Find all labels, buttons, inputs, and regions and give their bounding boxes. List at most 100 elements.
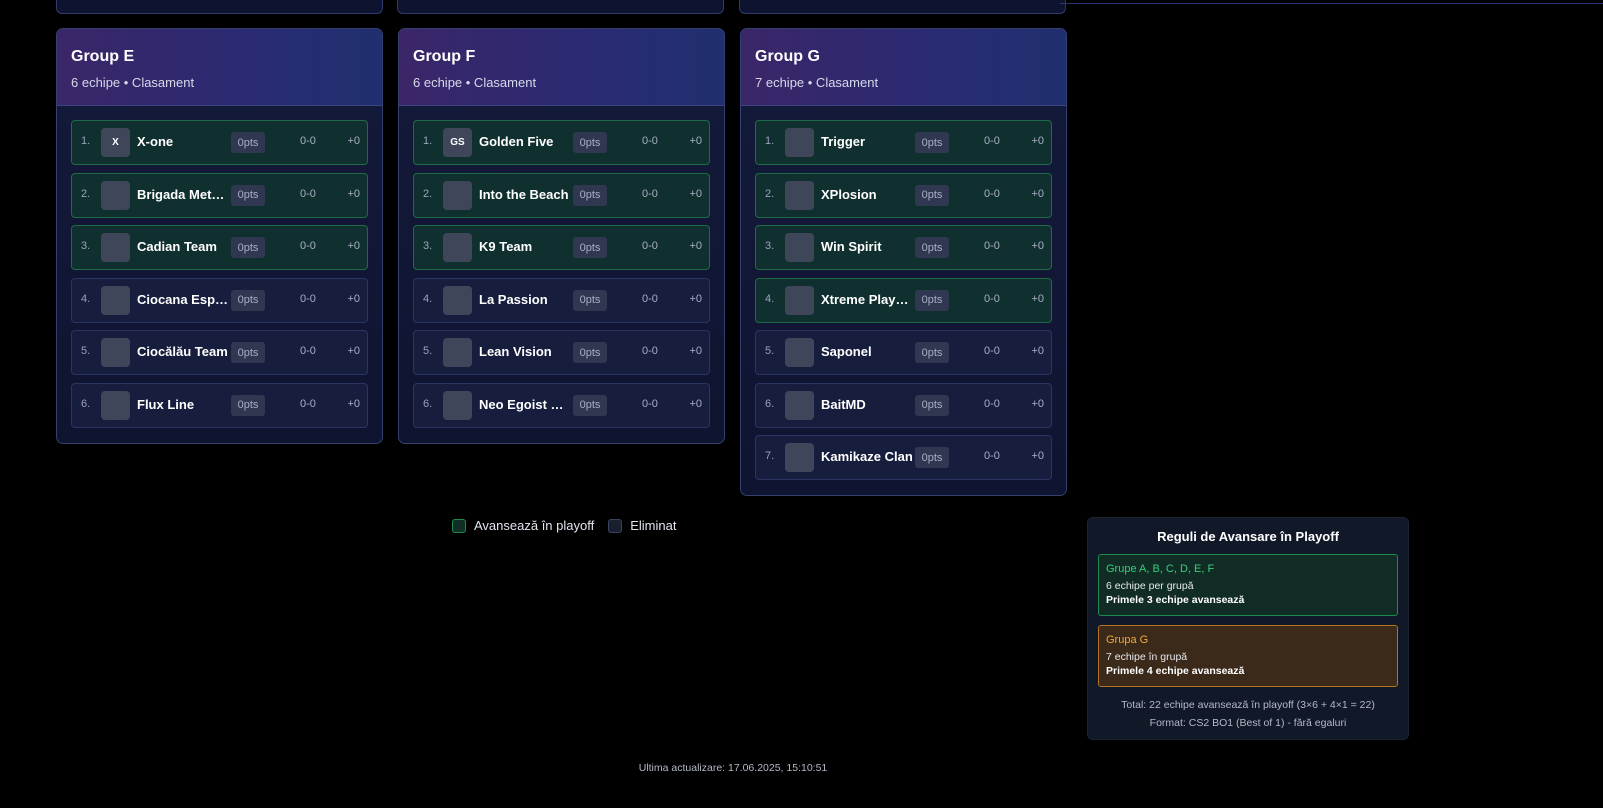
team-name[interactable]: Trigger <box>821 134 913 149</box>
team-row[interactable]: 7. Kamikaze Clan 0pts 0-0 +0 <box>755 435 1052 480</box>
points-badge: 0pts <box>573 132 607 153</box>
team-rank: 4. <box>423 292 433 305</box>
team-row[interactable]: 3. K9 Team 0pts 0-0 +0 <box>413 225 710 270</box>
team-name[interactable]: Ciocălău Team <box>137 344 229 359</box>
team-record: 0-0 <box>984 397 1000 410</box>
group-title: Group E <box>71 48 135 65</box>
team-rank: 4. <box>765 292 775 305</box>
group-header: Group G 7 echipe • Clasament <box>741 29 1066 106</box>
team-row[interactable]: 1. GS Golden Five 0pts 0-0 +0 <box>413 120 710 165</box>
team-name[interactable]: Golden Five <box>479 134 571 149</box>
team-name[interactable]: XPlosion <box>821 187 913 202</box>
group-header: Group E 6 echipe • Clasament <box>57 29 382 106</box>
rule-line: 6 echipe per grupă <box>1106 580 1194 592</box>
team-row[interactable]: 6. BaitMD 0pts 0-0 +0 <box>755 382 1052 428</box>
divider <box>1060 3 1603 4</box>
round-diff: +0 <box>689 397 702 410</box>
team-name[interactable]: X-one <box>137 134 229 149</box>
group-card-above-1 <box>56 0 383 14</box>
team-row[interactable]: 1. Trigger 0pts 0-0 +0 <box>755 120 1052 165</box>
round-diff: +0 <box>347 240 360 252</box>
last-updated: Ultima actualizare: 17.06.2025, 15:10:51 <box>638 762 828 774</box>
team-logo <box>443 390 472 420</box>
team-name[interactable]: BaitMD <box>821 397 913 412</box>
team-rank: 5. <box>81 345 91 357</box>
points-badge: 0pts <box>231 289 265 311</box>
team-row[interactable]: 4. Xtreme Players 0pts 0-0 +0 <box>755 277 1052 323</box>
team-name[interactable]: Lean Vision <box>479 344 571 359</box>
team-logo <box>785 233 814 262</box>
team-row[interactable]: 2. XPlosion 0pts 0-0 +0 <box>755 172 1052 218</box>
team-record: 0-0 <box>984 450 1000 462</box>
points-badge: 0pts <box>573 184 607 206</box>
team-row[interactable]: 4. La Passion 0pts 0-0 +0 <box>413 277 710 323</box>
points-badge: 0pts <box>573 342 607 363</box>
team-row[interactable]: 5. Saponel 0pts 0-0 +0 <box>755 330 1052 375</box>
team-rank: 3. <box>81 240 91 252</box>
team-row[interactable]: 5. Ciocălău Team 0pts 0-0 +0 <box>71 330 368 375</box>
team-rank: 3. <box>765 240 775 252</box>
team-name[interactable]: K9 Team <box>479 239 571 254</box>
team-name[interactable]: Saponel <box>821 344 913 359</box>
team-rank: 5. <box>423 345 433 357</box>
team-row[interactable]: 4. Ciocana Esports0pts 0-0 +0 <box>71 277 368 323</box>
team-row[interactable]: 3. Win Spirit 0pts 0-0 +0 <box>755 225 1052 270</box>
team-row[interactable]: 1. X X-one 0pts 0-0 +0 <box>71 120 368 165</box>
points-badge: 0pts <box>915 342 949 363</box>
team-row[interactable]: 2. Into the Beach 0pts 0-0 +0 <box>413 172 710 218</box>
team-name[interactable]: Kamikaze Clan <box>821 449 913 464</box>
team-logo <box>443 338 472 367</box>
team-row[interactable]: 5. Lean Vision 0pts 0-0 +0 <box>413 330 710 375</box>
points-badge: 0pts <box>231 394 265 416</box>
team-name[interactable]: La Passion <box>479 292 571 307</box>
group-header: Group F 6 echipe • Clasament <box>399 29 724 106</box>
round-diff: +0 <box>347 397 360 410</box>
team-record: 0-0 <box>300 397 316 410</box>
rule-box-group-g: Grupa G 7 echipe în grupă Primele 4 echi… <box>1098 625 1398 687</box>
round-diff: +0 <box>347 187 360 200</box>
rule-advance: Primele 4 echipe avansează <box>1106 665 1245 677</box>
team-record: 0-0 <box>300 345 316 357</box>
team-logo: GS <box>443 128 472 157</box>
team-rank: 6. <box>423 397 433 410</box>
team-logo <box>785 285 814 315</box>
team-name[interactable]: Xtreme Players <box>821 292 913 307</box>
round-diff: +0 <box>1031 240 1044 252</box>
team-row[interactable]: 6. Neo Egoist Le... 0pts 0-0 +0 <box>413 382 710 428</box>
group-title: Group F <box>413 48 476 65</box>
rule-box-groups-a-f: Grupe A, B, C, D, E, F 6 echipe per grup… <box>1098 554 1398 616</box>
team-row[interactable]: 3. Cadian Team 0pts 0-0 +0 <box>71 225 368 270</box>
team-name[interactable]: Brigada Meteor <box>137 187 229 202</box>
points-badge: 0pts <box>573 289 607 311</box>
round-diff: +0 <box>1031 135 1044 147</box>
rule-heading: Grupa G <box>1106 634 1149 646</box>
rules-total: Total: 22 echipe avansează în playoff (3… <box>1121 699 1375 711</box>
team-logo <box>101 285 130 315</box>
team-name[interactable]: Win Spirit <box>821 239 913 254</box>
round-diff: +0 <box>689 187 702 200</box>
points-badge: 0pts <box>915 394 949 416</box>
round-diff: +0 <box>689 292 702 305</box>
team-name[interactable]: Flux Line <box>137 397 229 412</box>
team-name[interactable]: Into the Beach <box>479 187 571 202</box>
team-rank: 3. <box>423 240 433 252</box>
team-row[interactable]: 2. Brigada Meteor 0pts 0-0 +0 <box>71 172 368 218</box>
team-logo <box>443 233 472 262</box>
team-name[interactable]: Cadian Team <box>137 239 229 254</box>
team-rank: 6. <box>765 397 775 410</box>
round-diff: +0 <box>1031 450 1044 462</box>
round-diff: +0 <box>689 240 702 252</box>
group-card: Group F 6 echipe • Clasament 1. GS Golden Fi… <box>398 28 725 444</box>
team-record: 0-0 <box>300 240 316 252</box>
team-record: 0-0 <box>984 135 1000 147</box>
team-rank: 5. <box>765 345 775 357</box>
team-row[interactable]: 6. Flux Line 0pts 0-0 +0 <box>71 382 368 428</box>
team-record: 0-0 <box>984 292 1000 305</box>
points-badge: 0pts <box>231 342 265 363</box>
team-record: 0-0 <box>642 397 658 410</box>
team-name[interactable]: Neo Egoist Le... <box>479 397 571 412</box>
team-name[interactable]: Ciocana Esports <box>137 292 229 307</box>
team-rank: 2. <box>423 187 433 200</box>
standings-list: 1. GS Golden Five 0pts 0-0 +0 2. Into the Beach… <box>399 106 724 443</box>
group-card: Group E6 echipe • Clasament 1. X X-one 0pts 0… <box>56 28 383 444</box>
